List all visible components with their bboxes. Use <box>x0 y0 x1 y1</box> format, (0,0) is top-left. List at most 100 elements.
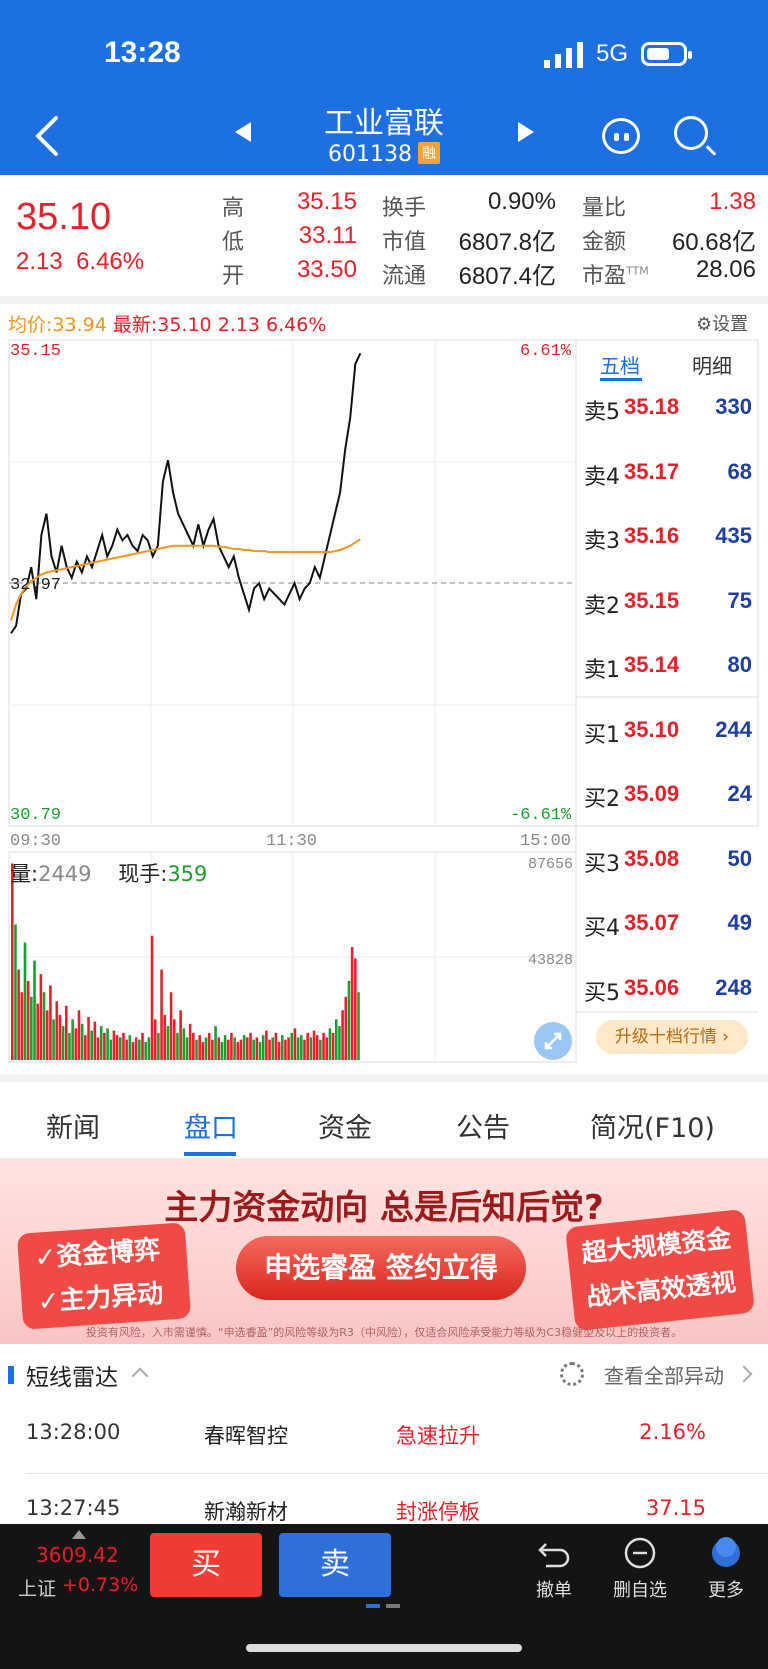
tab-orderbook[interactable]: 盘口 <box>184 1106 238 1145</box>
stat-value: 60.68亿 <box>671 229 756 256</box>
orderbook-volume: 50 <box>727 845 752 871</box>
orderbook-price[interactable]: 35.07 <box>624 910 679 936</box>
upgrade-button[interactable]: 升级十档行情 › <box>596 1020 748 1054</box>
volume-bar <box>315 1035 319 1060</box>
orderbook-price[interactable]: 35.10 <box>624 717 679 743</box>
volume-bar <box>195 1039 198 1060</box>
orderbook-level-label: 卖1 <box>584 658 620 683</box>
volume-max-label: 87656 <box>528 856 574 873</box>
tab-details[interactable]: 明细 <box>692 350 732 379</box>
volume-bar <box>300 1035 303 1060</box>
volume-bar <box>338 1026 341 1060</box>
orderbook-price[interactable]: 35.06 <box>624 975 679 1001</box>
expand-up-icon[interactable] <box>72 1530 86 1539</box>
chat-icon[interactable] <box>602 118 640 154</box>
collapse-chevron-icon[interactable] <box>131 1367 149 1385</box>
volume-bar <box>153 1019 157 1060</box>
volume-bar <box>293 1028 297 1060</box>
volume-bar <box>39 974 43 1060</box>
chevron-right-icon[interactable] <box>735 1365 753 1383</box>
section-marker <box>8 1366 14 1384</box>
volume-bar <box>131 1041 135 1060</box>
volume-bar <box>252 1039 255 1060</box>
volume-bar <box>144 1041 147 1060</box>
promo-banner[interactable]: 主力资金动向 总是后知后觉? ✓资金博弈 ✓主力异动 申选睿盈 签约立得 超大规… <box>0 1158 768 1344</box>
orderbook-level-label: 卖3 <box>584 529 620 554</box>
orderbook-price[interactable]: 35.18 <box>624 394 679 420</box>
more-label[interactable]: 更多 <box>686 1576 766 1602</box>
volume-bar <box>306 1032 309 1060</box>
volume-bar <box>207 1032 211 1060</box>
divider <box>0 1074 768 1082</box>
banner-left-line2: ✓主力异动 <box>36 1278 165 1318</box>
more-icon[interactable] <box>708 1536 744 1570</box>
tab-announcements[interactable]: 公告 <box>456 1106 510 1145</box>
orderbook-price[interactable]: 35.14 <box>624 652 679 678</box>
volume-bar <box>134 1037 138 1060</box>
volume-bar <box>64 1005 68 1060</box>
stat-label: 量比 <box>582 196 627 221</box>
stat-value: 28.06 <box>695 256 756 283</box>
search-icon[interactable] <box>674 116 717 156</box>
tab-news[interactable]: 新闻 <box>46 1106 100 1145</box>
orderbook-price[interactable]: 35.09 <box>624 781 679 807</box>
tab-funds[interactable]: 资金 <box>318 1106 372 1145</box>
stat-value: 35.15 <box>296 188 357 215</box>
tab-five-levels[interactable]: 五档 <box>600 350 640 379</box>
volume-bar <box>87 1017 90 1060</box>
orderbook-volume: 24 <box>727 781 752 806</box>
orderbook-level-label: 买3 <box>584 851 620 877</box>
stat-value: 33.50 <box>296 256 357 283</box>
stat-label: 换手 <box>382 196 427 221</box>
volume-bar <box>223 1035 227 1060</box>
price-change-pct: 6.46% <box>76 248 145 275</box>
view-all-alerts-link[interactable]: 查看全部异动 <box>604 1360 724 1389</box>
stat-label: 流通 <box>382 264 427 289</box>
volume-bar <box>230 1032 233 1060</box>
remove-watchlist-icon[interactable] <box>622 1536 658 1570</box>
sell-button[interactable]: 卖 <box>279 1533 391 1597</box>
buy-button[interactable]: 买 <box>150 1533 262 1597</box>
index-change-pct: +0.73% <box>62 1574 139 1596</box>
status-time: 13:28 <box>104 36 181 69</box>
volume-bar <box>71 1019 74 1060</box>
next-stock-icon[interactable] <box>518 122 534 142</box>
stat-value: 33.11 <box>298 222 357 249</box>
orderbook-price[interactable]: 35.17 <box>624 459 679 485</box>
orderbook-price[interactable]: 35.15 <box>624 588 679 614</box>
volume-bar <box>220 1041 224 1060</box>
volume-bar <box>274 1032 278 1060</box>
stock-code: 601138 <box>328 142 412 167</box>
orderbook-price[interactable]: 35.08 <box>624 846 679 872</box>
stock-code-row: 601138 融 <box>0 142 768 167</box>
remove-watchlist-label[interactable]: 删自选 <box>600 1576 680 1602</box>
volume-mid-label: 43828 <box>528 952 574 969</box>
y-mid-label: 32.97 <box>10 576 62 595</box>
radar-row-name[interactable]: 春晖智控 <box>204 1420 288 1450</box>
tab-f10[interactable]: 简况(F10) <box>590 1106 715 1145</box>
volume-bar <box>357 992 360 1060</box>
undo-order-label[interactable]: 撤单 <box>514 1576 594 1602</box>
undo-order-icon[interactable] <box>536 1536 572 1570</box>
intraday-chart[interactable] <box>0 330 768 1070</box>
stat-label: 高 <box>222 196 245 221</box>
stat-value: 6807.8亿 <box>458 229 556 256</box>
banner-signup-button[interactable]: 申选睿盈 签约立得 <box>236 1236 526 1300</box>
orderbook-price[interactable]: 35.16 <box>624 523 679 549</box>
radar-row-value: 37.15 <box>645 1496 706 1520</box>
orderbook-volume: 435 <box>715 523 752 548</box>
index-value[interactable]: 3609.42 <box>36 1543 119 1567</box>
gear-icon[interactable] <box>560 1362 584 1386</box>
radar-row-name[interactable]: 新瀚新材 <box>204 1496 288 1526</box>
volume-bar <box>309 1037 313 1060</box>
radar-row-time: 13:27:45 <box>26 1496 121 1520</box>
orderbook-volume: 248 <box>715 974 752 1000</box>
price-change: 2.13 <box>16 248 63 275</box>
index-name: 上证 <box>18 1578 57 1600</box>
expand-chart-icon[interactable] <box>534 1022 572 1060</box>
volume-bar <box>157 1032 160 1060</box>
volume-bar <box>20 992 24 1060</box>
volume-bar <box>103 1032 106 1060</box>
volume-bar <box>176 1032 179 1060</box>
volume-bar <box>160 969 163 1060</box>
